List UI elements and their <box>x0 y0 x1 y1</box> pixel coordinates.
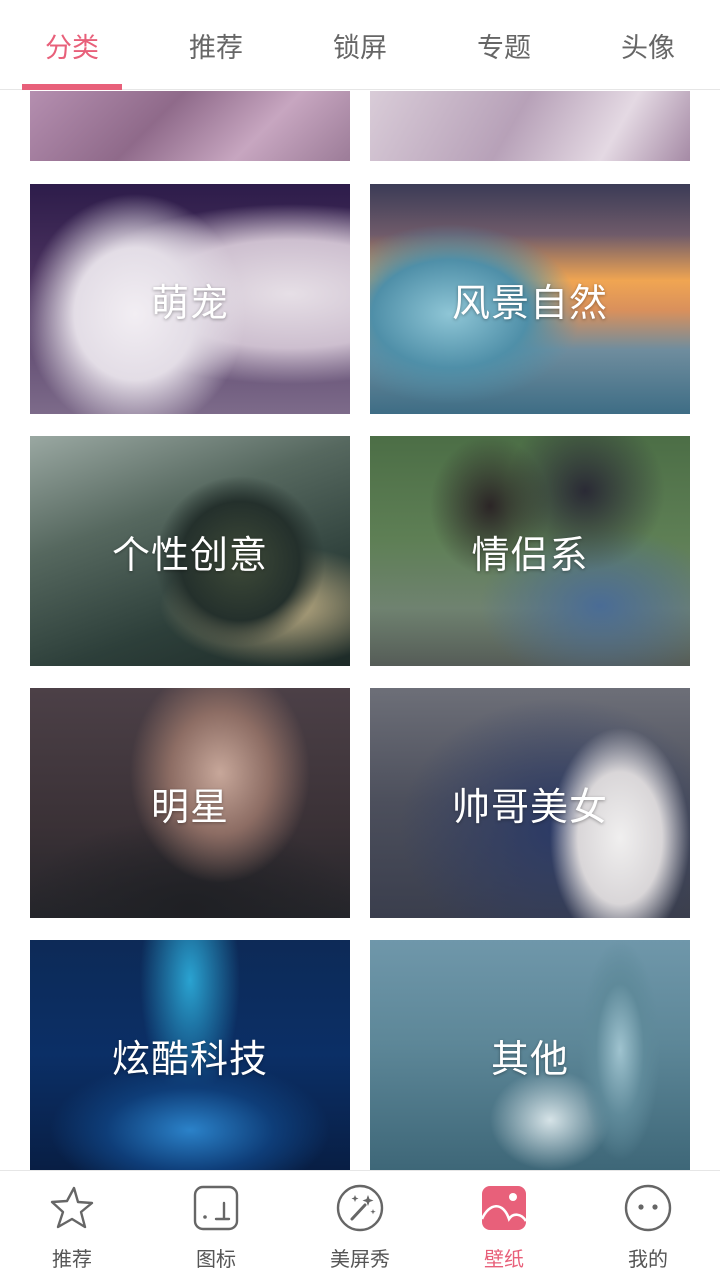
category-tile-couple[interactable]: 情侣系 <box>370 436 690 666</box>
nav-mine[interactable]: 我的 <box>576 1171 720 1280</box>
category-label: 其他 <box>490 1036 569 1081</box>
category-label: 明星 <box>150 784 229 829</box>
category-grid[interactable]: 萌宠 风景自然 个性创意 情侣系 明星 帅哥美女 炫酷科技 其他 <box>0 91 720 1170</box>
nav-label: 图标 <box>196 1247 236 1271</box>
tab-recommend[interactable]: 推荐 <box>144 0 288 90</box>
category-tile-pets[interactable]: 萌宠 <box>30 184 350 414</box>
tile-image <box>30 91 350 161</box>
nav-showcase[interactable]: 美屏秀 <box>288 1171 432 1280</box>
category-tile-partial[interactable] <box>30 91 350 161</box>
tab-lockscreen[interactable]: 锁屏 <box>288 0 432 90</box>
category-tile-celebrity[interactable]: 明星 <box>30 688 350 918</box>
magic-wand-icon <box>336 1184 384 1232</box>
category-tile-nature[interactable]: 风景自然 <box>370 184 690 414</box>
category-label: 帅哥美女 <box>451 784 608 829</box>
icon-frame-icon <box>193 1185 239 1231</box>
nav-label: 美屏秀 <box>330 1247 390 1271</box>
category-label: 个性创意 <box>111 532 268 577</box>
nav-label: 壁纸 <box>484 1247 524 1271</box>
active-tab-indicator <box>22 84 122 90</box>
category-label: 风景自然 <box>451 280 608 325</box>
category-tile-other[interactable]: 其他 <box>370 940 690 1170</box>
tile-image <box>370 91 690 161</box>
nav-wallpaper[interactable]: 壁纸 <box>432 1171 576 1280</box>
star-icon <box>50 1186 94 1229</box>
category-tile-partial[interactable] <box>370 91 690 161</box>
bottom-nav-bar: 推荐 图标 美屏秀 壁纸 我的 <box>0 1170 720 1280</box>
category-tile-tech[interactable]: 炫酷科技 <box>30 940 350 1170</box>
category-label: 情侣系 <box>471 532 589 577</box>
nav-recommend[interactable]: 推荐 <box>0 1171 144 1280</box>
tab-category[interactable]: 分类 <box>0 0 144 90</box>
category-label: 炫酷科技 <box>111 1036 268 1081</box>
tab-avatar[interactable]: 头像 <box>576 0 720 90</box>
nav-label: 我的 <box>628 1247 668 1271</box>
category-tile-people[interactable]: 帅哥美女 <box>370 688 690 918</box>
nav-label: 推荐 <box>52 1247 92 1271</box>
nav-icons[interactable]: 图标 <box>144 1171 288 1280</box>
category-tile-creative[interactable]: 个性创意 <box>30 436 350 666</box>
top-tab-bar: 分类 推荐 锁屏 专题 头像 <box>0 0 720 90</box>
wallpaper-icon <box>480 1186 528 1230</box>
category-label: 萌宠 <box>150 280 229 325</box>
tab-topics[interactable]: 专题 <box>432 0 576 90</box>
face-icon <box>624 1184 672 1232</box>
